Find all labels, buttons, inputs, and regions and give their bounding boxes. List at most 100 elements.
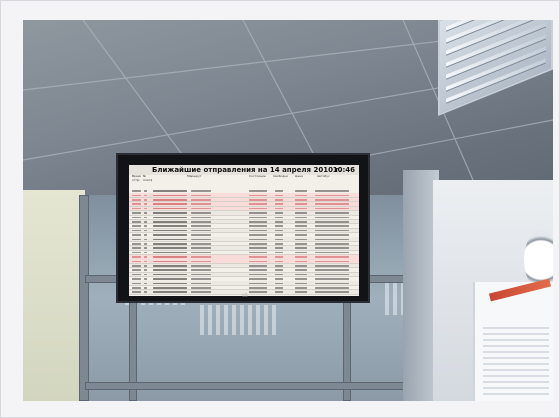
row-cell bbox=[153, 256, 187, 258]
row-cell bbox=[315, 260, 349, 263]
row-cell bbox=[153, 212, 187, 214]
row-cell bbox=[275, 264, 283, 267]
row-cell bbox=[315, 216, 349, 219]
board-time: 10:46 bbox=[332, 166, 355, 174]
row-cell bbox=[132, 286, 141, 289]
glass-reflection bbox=[200, 305, 280, 335]
row-cell bbox=[153, 194, 187, 197]
row-cell bbox=[191, 256, 211, 258]
row-cell bbox=[249, 251, 267, 254]
row-cell bbox=[153, 203, 187, 205]
row-cell bbox=[315, 190, 349, 192]
row-cell bbox=[132, 273, 141, 276]
row-cell bbox=[275, 194, 283, 197]
monitor-brand-logo: LG bbox=[242, 293, 248, 298]
row-cell bbox=[315, 212, 349, 214]
row-cell bbox=[315, 256, 349, 258]
column-header: Состояние bbox=[249, 175, 266, 178]
row-cell bbox=[249, 207, 267, 210]
row-cell bbox=[275, 242, 283, 245]
row-cell bbox=[249, 194, 267, 197]
row-cell bbox=[191, 234, 211, 236]
row-cell bbox=[153, 242, 187, 245]
row-cell bbox=[275, 256, 283, 258]
photo: Ближайшие отправления на 14 апреля 2010 … bbox=[23, 20, 553, 401]
row-cell bbox=[191, 216, 211, 219]
column-header: Маршрут bbox=[187, 175, 202, 178]
row-cell bbox=[132, 251, 141, 254]
row-cell bbox=[315, 225, 349, 227]
row-cell bbox=[295, 286, 307, 289]
row-cell bbox=[191, 207, 211, 210]
sign-text-lines bbox=[483, 327, 549, 397]
row-cell bbox=[295, 229, 307, 232]
row-cell bbox=[275, 260, 283, 263]
row-cell bbox=[153, 273, 187, 276]
row-cell bbox=[153, 225, 187, 227]
row-cell bbox=[153, 207, 187, 210]
row-cell bbox=[144, 273, 147, 276]
row-cell bbox=[275, 220, 283, 223]
row-cell bbox=[144, 216, 147, 219]
row-cell bbox=[315, 251, 349, 254]
photo-frame: Ближайшие отправления на 14 апреля 2010 … bbox=[0, 0, 560, 418]
row-cell bbox=[132, 264, 141, 267]
row-cell bbox=[315, 273, 349, 276]
row-cell bbox=[249, 282, 267, 285]
row-cell bbox=[249, 291, 267, 293]
row-cell bbox=[191, 273, 211, 276]
row-cell bbox=[315, 282, 349, 285]
row-cell bbox=[144, 278, 147, 280]
row-cell bbox=[275, 291, 283, 293]
row-cell bbox=[132, 212, 141, 214]
column-header: Цена bbox=[295, 175, 303, 178]
column-header: Свободно bbox=[273, 175, 289, 178]
row-cell bbox=[132, 278, 141, 280]
row-cell bbox=[191, 264, 211, 267]
row-cell bbox=[249, 278, 267, 280]
row-cell bbox=[132, 203, 141, 205]
row-cell bbox=[275, 269, 283, 271]
row-cell bbox=[132, 260, 141, 263]
row-cell bbox=[153, 269, 187, 271]
row-cell bbox=[275, 286, 283, 289]
row-cell bbox=[295, 207, 307, 210]
row-cell bbox=[132, 247, 141, 249]
row-cell bbox=[132, 220, 141, 223]
row-cell bbox=[153, 216, 187, 219]
row-cell bbox=[144, 212, 147, 214]
row-cell bbox=[144, 251, 147, 254]
row-cell bbox=[132, 242, 141, 245]
row-cell bbox=[132, 225, 141, 227]
departure-rows bbox=[129, 189, 359, 296]
row-cell bbox=[132, 198, 141, 201]
row-cell bbox=[295, 247, 307, 249]
row-cell bbox=[144, 291, 147, 293]
row-cell bbox=[249, 242, 267, 245]
row-cell bbox=[315, 234, 349, 236]
row-cell bbox=[144, 247, 147, 249]
row-cell bbox=[144, 282, 147, 285]
row-cell bbox=[153, 291, 187, 293]
row-cell bbox=[249, 247, 267, 249]
column-header: Автобус bbox=[317, 175, 330, 178]
row-cell bbox=[249, 264, 267, 267]
row-cell bbox=[249, 286, 267, 289]
row-cell bbox=[295, 234, 307, 236]
row-cell bbox=[144, 242, 147, 245]
row-cell bbox=[144, 269, 147, 271]
row-cell bbox=[295, 291, 307, 293]
row-cell bbox=[315, 247, 349, 249]
row-cell bbox=[315, 286, 349, 289]
row-cell bbox=[249, 234, 267, 236]
row-cell bbox=[275, 282, 283, 285]
row-cell bbox=[153, 238, 187, 241]
row-cell bbox=[315, 291, 349, 293]
row-cell bbox=[191, 238, 211, 241]
row-cell bbox=[249, 198, 267, 201]
row-cell bbox=[249, 225, 267, 227]
row-cell bbox=[295, 242, 307, 245]
row-cell bbox=[295, 269, 307, 271]
row-cell bbox=[275, 247, 283, 249]
row-cell bbox=[153, 220, 187, 223]
